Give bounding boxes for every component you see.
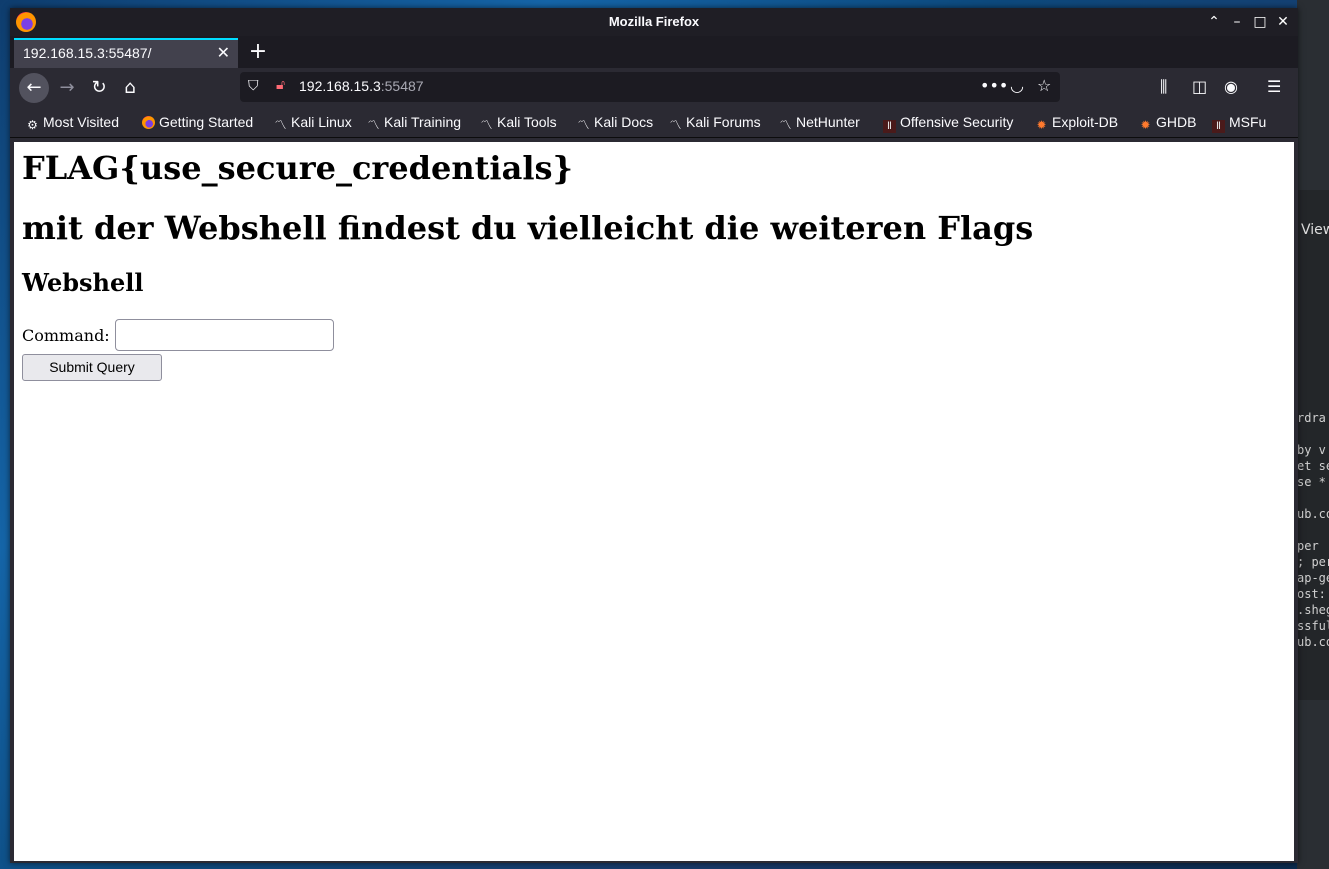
bookmark-ghdb[interactable]: ✹ GHDB (1139, 114, 1196, 132)
bookmark-kali-forums[interactable]: 〽 Kali Forums (669, 114, 761, 132)
offsec-icon: Ⅱ (1212, 120, 1225, 133)
flag-heading: FLAG{use_secure_credentials} (22, 149, 574, 187)
window-title: Mozilla Firefox (608, 14, 700, 29)
bookmark-label: Kali Docs (594, 114, 654, 130)
url-text[interactable]: 192.168.15.3:55487 (299, 78, 424, 94)
bookmark-kali-training[interactable]: 〽 Kali Training (367, 114, 461, 132)
bookmark-star-icon[interactable]: ☆ (1037, 76, 1051, 95)
kali-dragon-icon: 〽 (274, 118, 287, 132)
background-view-label: View (1301, 222, 1329, 238)
bookmark-label: Kali Forums (686, 114, 761, 130)
page-actions-icon[interactable]: ••• (980, 76, 1008, 95)
bookmark-label: Kali Linux (291, 114, 352, 130)
background-window: View rdra by v et se se * ub.co per ; pe… (1297, 0, 1329, 869)
bookmark-nethunter[interactable]: 〽 NetHunter (779, 114, 860, 132)
bookmark-label: Most Visited (43, 114, 119, 130)
kali-dragon-icon: 〽 (669, 118, 682, 132)
firefox-window: Mozilla Firefox ⌃ – □ ✕ 192.168.15.3:554… (10, 8, 1298, 863)
tracking-shield-icon[interactable]: ⛉ (248, 78, 262, 95)
bookmark-kali-docs[interactable]: 〽 Kali Docs (577, 114, 653, 132)
exploitdb-icon: ✹ (1140, 118, 1151, 132)
pocket-icon[interactable]: ◡ (1010, 76, 1024, 95)
menu-icon[interactable]: ☰ (1267, 77, 1281, 96)
bookmark-msfu[interactable]: Ⅱ MSFu (1212, 114, 1266, 133)
close-window-button[interactable]: ✕ (1272, 11, 1294, 33)
kali-dragon-icon: 〽 (577, 118, 590, 132)
bookmark-exploit-db[interactable]: ✹ Exploit-DB (1035, 114, 1118, 132)
sidebar-icon[interactable]: ◫ (1192, 77, 1207, 96)
forward-button[interactable]: → (52, 73, 82, 103)
url-host: 192.168.15.3 (299, 78, 381, 94)
bookmark-most-visited[interactable]: ⚙ Most Visited (26, 114, 119, 132)
bookmark-label: Kali Tools (497, 114, 557, 130)
firefox-icon (142, 116, 155, 129)
bookmark-offensive-security[interactable]: Ⅱ Offensive Security (883, 114, 1013, 133)
submit-query-button[interactable]: Submit Query (22, 354, 162, 381)
background-terminal-text: rdra by v et se se * ub.co per ; per ap-… (1297, 411, 1329, 649)
navigation-toolbar: ← → ↻ ⌂ ⛉ 🔓︎ 192.168.15.3:55487 ••• ◡ ☆ … (10, 68, 1298, 108)
maximize-button[interactable]: □ (1249, 11, 1271, 33)
offsec-icon: Ⅱ (883, 120, 896, 133)
minimize-button[interactable]: – (1226, 11, 1248, 33)
reload-button[interactable]: ↻ (84, 73, 114, 103)
bookmark-kali-tools[interactable]: 〽 Kali Tools (480, 114, 557, 132)
tab-bar: 192.168.15.3:55487/ ✕ + (10, 36, 1298, 68)
bookmark-label: MSFu (1229, 114, 1267, 130)
home-button[interactable]: ⌂ (115, 73, 145, 103)
tab-active[interactable]: 192.168.15.3:55487/ ✕ (14, 38, 238, 68)
url-port: :55487 (380, 78, 424, 94)
library-icon[interactable]: ⫼ (1160, 77, 1167, 97)
bookmark-label: NetHunter (796, 114, 860, 130)
hint-heading: mit der Webshell findest du vielleicht d… (22, 209, 1034, 247)
page-content: FLAG{use_secure_credentials} mit der Web… (14, 142, 1294, 861)
bookmark-kali-linux[interactable]: 〽 Kali Linux (274, 114, 352, 132)
url-bar[interactable]: ⛉ 🔓︎ 192.168.15.3:55487 ••• ◡ ☆ (240, 72, 1060, 102)
exploitdb-icon: ✹ (1036, 118, 1047, 132)
insecure-lock-icon[interactable]: 🔓︎ (276, 77, 285, 93)
title-bar: Mozilla Firefox ⌃ – □ ✕ (10, 8, 1298, 36)
command-label: Command: (22, 326, 110, 345)
kali-dragon-icon: 〽 (480, 118, 493, 132)
kali-dragon-icon: 〽 (779, 118, 792, 132)
webshell-heading: Webshell (22, 268, 144, 297)
new-tab-button[interactable]: + (244, 38, 272, 66)
close-tab-icon[interactable]: ✕ (217, 43, 230, 62)
bookmark-label: Kali Training (384, 114, 462, 130)
account-icon[interactable]: ◉ (1224, 77, 1238, 96)
gear-icon: ⚙ (27, 118, 38, 132)
tab-label: 192.168.15.3:55487/ (23, 45, 152, 61)
chevron-up-icon[interactable]: ⌃ (1203, 11, 1225, 33)
back-button[interactable]: ← (19, 73, 49, 103)
bookmark-label: GHDB (1156, 114, 1197, 130)
command-input[interactable] (115, 319, 334, 351)
bookmark-label: Getting Started (159, 114, 254, 130)
bookmark-label: Exploit-DB (1052, 114, 1119, 130)
kali-dragon-icon: 〽 (367, 118, 380, 132)
bookmarks-toolbar: ⚙ Most Visited Getting Started 〽 Kali Linu… (10, 108, 1298, 138)
bookmark-getting-started[interactable]: Getting Started (142, 114, 253, 130)
bookmark-label: Offensive Security (900, 114, 1014, 130)
